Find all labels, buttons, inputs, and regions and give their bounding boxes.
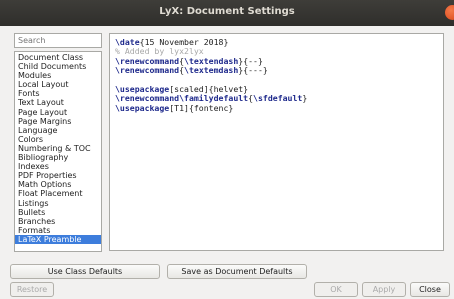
latex-text: } — [302, 93, 308, 104]
preamble-line: \renewcommand{\textemdash}{---} — [115, 65, 438, 76]
sidebar-item[interactable]: Language — [15, 126, 101, 135]
sidebar-item[interactable]: Branches — [15, 217, 101, 226]
latex-preamble-editor[interactable]: \date{15 November 2018}% Added by lyx2ly… — [109, 33, 444, 251]
latex-command: \sfdefault — [253, 93, 303, 104]
close-button[interactable]: Close — [410, 282, 450, 297]
window-title: LyX: Document Settings — [159, 6, 295, 17]
search-input[interactable] — [14, 33, 102, 48]
sidebar-item[interactable]: Listings — [15, 199, 101, 208]
sidebar-item[interactable]: Bullets — [15, 208, 101, 217]
sidebar-item[interactable]: Math Options — [15, 180, 101, 189]
apply-button[interactable]: Apply — [362, 282, 406, 297]
ok-button-label: OK — [330, 285, 342, 294]
sidebar-item[interactable]: Text Layout — [15, 98, 101, 107]
use-class-defaults-button[interactable]: Use Class Defaults — [10, 264, 160, 279]
restore-button[interactable]: Restore — [10, 282, 54, 297]
sidebar-item[interactable]: Numbering & TOC — [15, 144, 101, 153]
latex-command: \renewcommand — [115, 65, 180, 76]
latex-command: \textemdash — [184, 65, 239, 76]
sidebar-item[interactable]: Float Placement — [15, 189, 101, 198]
sidebar-item[interactable]: Modules — [15, 71, 101, 80]
title-bar: LyX: Document Settings — [0, 0, 454, 26]
sidebar-item[interactable]: Formats — [15, 226, 101, 235]
latex-command: \usepackage — [115, 102, 170, 113]
ok-button[interactable]: OK — [314, 282, 358, 297]
close-window-icon[interactable] — [445, 5, 454, 20]
sidebar-item[interactable]: Local Layout — [15, 80, 101, 89]
sidebar-item[interactable]: Fonts — [15, 89, 101, 98]
sidebar-item[interactable]: Bibliography — [15, 153, 101, 162]
sidebar-item[interactable]: Page Layout — [15, 108, 101, 117]
restore-button-label: Restore — [16, 285, 48, 294]
sidebar-item[interactable]: PDF Properties — [15, 171, 101, 180]
latex-text: }{---} — [238, 65, 268, 76]
sidebar-item[interactable]: Colors — [15, 135, 101, 144]
sidebar-item[interactable]: Document Class — [15, 53, 101, 62]
apply-button-label: Apply — [372, 285, 396, 294]
sidebar-item[interactable]: Child Documents — [15, 62, 101, 71]
settings-category-list[interactable]: Document Class Child Documents Modules Loca… — [14, 51, 102, 252]
latex-text: [T1]{fontenc} — [169, 102, 234, 113]
save-as-document-defaults-button[interactable]: Save as Document Defaults — [167, 264, 307, 279]
sidebar-item[interactable]: LaTeX Preamble — [15, 234, 101, 244]
sidebar-item[interactable]: Indexes — [15, 162, 101, 171]
preamble-line: \usepackage[T1]{fontenc} — [115, 102, 438, 113]
sidebar-item[interactable]: Page Margins — [15, 117, 101, 126]
